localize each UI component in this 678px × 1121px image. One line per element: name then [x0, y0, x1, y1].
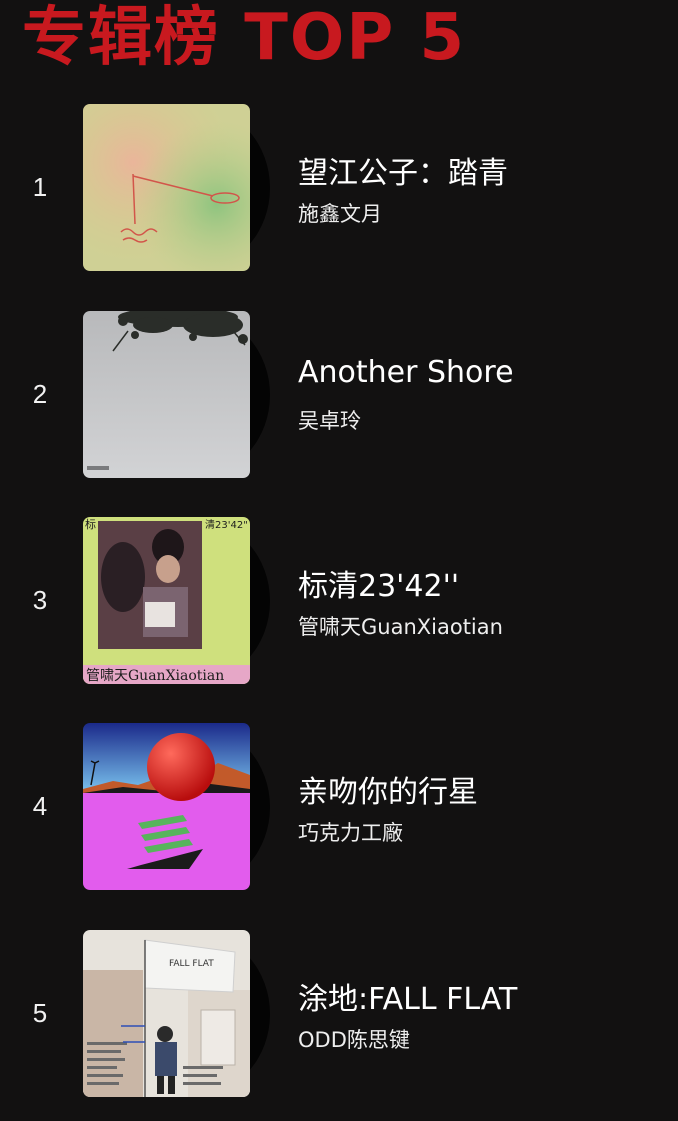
album-title[interactable]: 涂地:FALL FLAT [298, 974, 517, 1018]
album-cover-tree-sky[interactable] [83, 311, 250, 478]
album-row-5[interactable]: 5 FALL FLAT 涂地:FALL FLAT ODD陈思键 [0, 930, 678, 1100]
album-artist[interactable]: 吴卓玲 [298, 405, 361, 435]
album-title[interactable]: Another Shore [298, 355, 514, 390]
cover-text: 标 [85, 517, 96, 531]
album-row-1[interactable]: 1 望江公子：踏青 施鑫文月 [0, 104, 678, 274]
album-cover-sketch-painting[interactable] [83, 104, 250, 271]
rank-number: 3 [32, 585, 48, 615]
cover-text: 管啸天GuanXiaotian [86, 668, 224, 684]
album-row-2[interactable]: 2 Another Shore 吴卓玲 [0, 311, 678, 481]
cover-text: FALL FLAT [169, 959, 214, 969]
album-row-3[interactable]: 3 标 清23'42" 管啸天GuanXiaotian 标清23'42'' 管啸… [0, 517, 678, 687]
rank-number: 2 [32, 379, 48, 409]
album-title[interactable]: 望江公子：踏青 [298, 148, 508, 192]
album-artist[interactable]: 管啸天GuanXiaotian [298, 611, 503, 641]
album-artist[interactable]: ODD陈思键 [298, 1024, 410, 1054]
album-title[interactable]: 亲吻你的行星 [298, 767, 478, 811]
cover-text: 清23'42" [205, 518, 248, 531]
album-cover-red-planet[interactable] [83, 723, 250, 890]
album-title[interactable]: 标清23'42'' [298, 561, 459, 605]
album-cover-flag-wall[interactable]: FALL FLAT [83, 930, 250, 1097]
album-artist[interactable]: 施鑫文月 [298, 198, 382, 228]
rank-number: 5 [32, 998, 48, 1028]
page-title: 专辑榜 TOP 5 [22, 1, 467, 75]
rank-number: 4 [32, 791, 48, 821]
album-artist[interactable]: 巧克力工廠 [298, 817, 403, 847]
rank-number: 1 [32, 172, 48, 202]
album-row-4[interactable]: 4 亲吻你的行星 巧克力工廠 [0, 723, 678, 893]
album-cover-portrait-photo[interactable]: 标 清23'42" 管啸天GuanXiaotian [83, 517, 250, 684]
